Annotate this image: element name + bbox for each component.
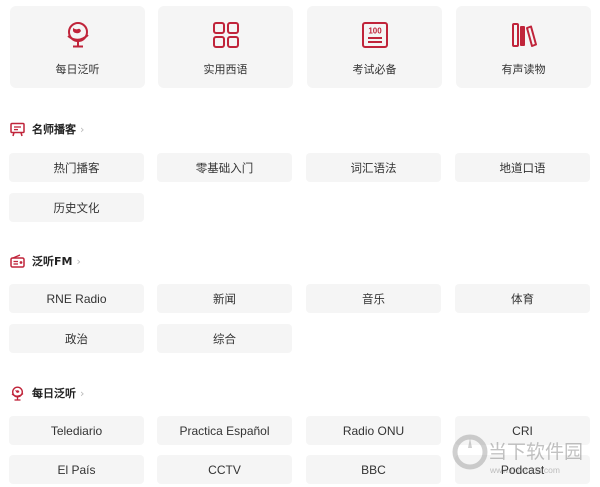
chevron-right-icon: › xyxy=(80,122,85,136)
tag-telediario[interactable]: Telediario xyxy=(9,416,144,445)
tag-general[interactable]: 综合 xyxy=(157,324,292,353)
category-label: 考试必备 xyxy=(352,63,397,76)
category-card-practical-spanish[interactable]: 实用西语 xyxy=(158,6,293,88)
tag-history-culture[interactable]: 历史文化 xyxy=(9,193,144,222)
radio-icon xyxy=(10,253,25,268)
tag-podcast[interactable]: Podcast xyxy=(455,455,590,484)
section-header-daily-listening[interactable]: 每日泛听 › xyxy=(10,385,84,401)
tag-politics[interactable]: 政治 xyxy=(9,324,144,353)
tag-cctv[interactable]: CCTV xyxy=(157,455,292,484)
tag-radio-onu[interactable]: Radio ONU xyxy=(306,416,441,445)
tag-hot-podcasts[interactable]: 热门播客 xyxy=(9,153,144,182)
grid-icon xyxy=(212,22,239,48)
section-header-fm[interactable]: 泛听FM › xyxy=(10,253,81,269)
tag-practica-espanol[interactable]: Practica Español xyxy=(157,416,292,445)
tag-cri[interactable]: CRI xyxy=(455,416,590,445)
globe-icon xyxy=(66,22,89,48)
tag-music[interactable]: 音乐 xyxy=(306,284,441,313)
svg-text:100: 100 xyxy=(368,27,382,36)
podcast-icon xyxy=(10,122,25,136)
score-100-icon: 100 xyxy=(361,22,388,48)
tag-vocabulary-grammar[interactable]: 词汇语法 xyxy=(306,153,441,182)
category-label: 有声读物 xyxy=(501,63,546,76)
tag-beginner[interactable]: 零基础入门 xyxy=(157,153,292,182)
category-card-daily-listening[interactable]: 每日泛听 xyxy=(10,6,145,88)
chevron-right-icon: › xyxy=(80,386,85,400)
tag-el-pais[interactable]: El País xyxy=(9,455,144,484)
tag-bbc[interactable]: BBC xyxy=(306,455,441,484)
category-label: 每日泛听 xyxy=(55,63,100,76)
section-header-podcasts[interactable]: 名师播客 › xyxy=(10,121,84,137)
section-title: 名师播客 xyxy=(32,123,76,136)
category-card-audiobooks[interactable]: 有声读物 xyxy=(456,6,591,88)
tag-rne-radio[interactable]: RNE Radio xyxy=(9,284,144,313)
category-card-exam-essentials[interactable]: 100 考试必备 xyxy=(307,6,442,88)
globe-icon xyxy=(11,385,24,401)
section-title: 泛听FM xyxy=(32,255,73,268)
tag-news[interactable]: 新闻 xyxy=(157,284,292,313)
tag-sports[interactable]: 体育 xyxy=(455,284,590,313)
chevron-right-icon: › xyxy=(76,254,81,268)
section-title: 每日泛听 xyxy=(32,387,76,400)
tag-authentic-speaking[interactable]: 地道口语 xyxy=(455,153,590,182)
books-icon xyxy=(511,23,537,47)
category-label: 实用西语 xyxy=(203,63,248,76)
